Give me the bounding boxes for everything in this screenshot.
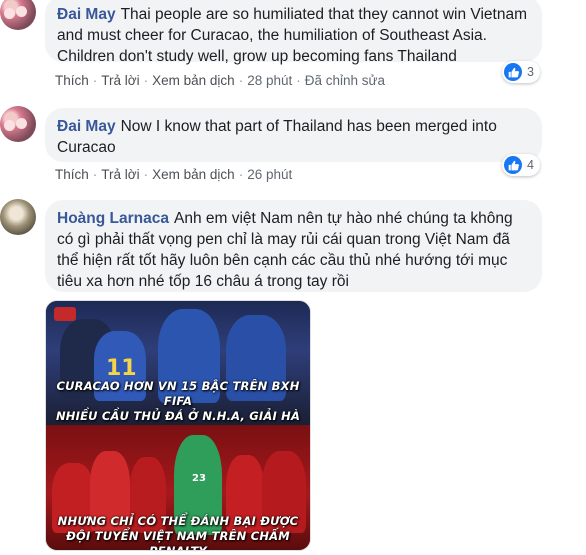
comment-time[interactable]: 26 phút bbox=[247, 167, 292, 182]
avatar[interactable] bbox=[0, 199, 36, 235]
translate-link[interactable]: Xem bản dịch bbox=[152, 73, 235, 88]
like-link[interactable]: Thích bbox=[55, 167, 89, 182]
comment-bubble: Đai May Thai people are so humiliated tha… bbox=[45, 0, 542, 65]
comment-author[interactable]: Hoàng Larnaca bbox=[57, 210, 169, 227]
comment-bubble: Đai May Now I know that part of Thailand … bbox=[45, 108, 542, 162]
reaction-count[interactable]: 4 bbox=[502, 154, 540, 176]
reply-link[interactable]: Trả lời bbox=[101, 73, 139, 88]
comment-author[interactable]: Đai May bbox=[57, 118, 116, 135]
reaction-count[interactable]: 3 bbox=[502, 61, 540, 83]
reply-link[interactable]: Trả lời bbox=[101, 167, 139, 182]
like-link[interactable]: Thích bbox=[55, 73, 89, 88]
comment-image[interactable]: 11 CURACAO HƠN VN 15 BẬC TRÊN BXH FIFA N… bbox=[45, 300, 311, 551]
comment-bubble: Hoàng Larnaca Anh em việt Nam nên tự hào … bbox=[45, 200, 542, 292]
like-icon bbox=[504, 156, 522, 174]
meme-caption-bottom: NHƯNG CHỈ CÓ THỂ ĐÁNH BẠI ĐƯỢC ĐỘI TUYỂN… bbox=[57, 514, 299, 551]
edited-label[interactable]: Đã chỉnh sửa bbox=[305, 73, 385, 88]
comment-text: Now I know that part of Thailand has bee… bbox=[57, 118, 497, 156]
comment-actions: Thích · Trả lời · Xem bản dịch · 28 phút · Đã ch… bbox=[55, 73, 386, 88]
comment-time[interactable]: 28 phút bbox=[247, 73, 292, 88]
avatar[interactable] bbox=[0, 106, 36, 142]
translate-link[interactable]: Xem bản dịch bbox=[152, 167, 235, 182]
comment-author[interactable]: Đai May bbox=[57, 6, 116, 23]
comment-text: Thai people are so humiliated that they … bbox=[57, 6, 527, 65]
like-icon bbox=[504, 63, 522, 81]
comment-actions: Thích · Trả lời · Xem bản dịch · 26 phút bbox=[55, 167, 293, 182]
avatar[interactable] bbox=[0, 0, 36, 30]
